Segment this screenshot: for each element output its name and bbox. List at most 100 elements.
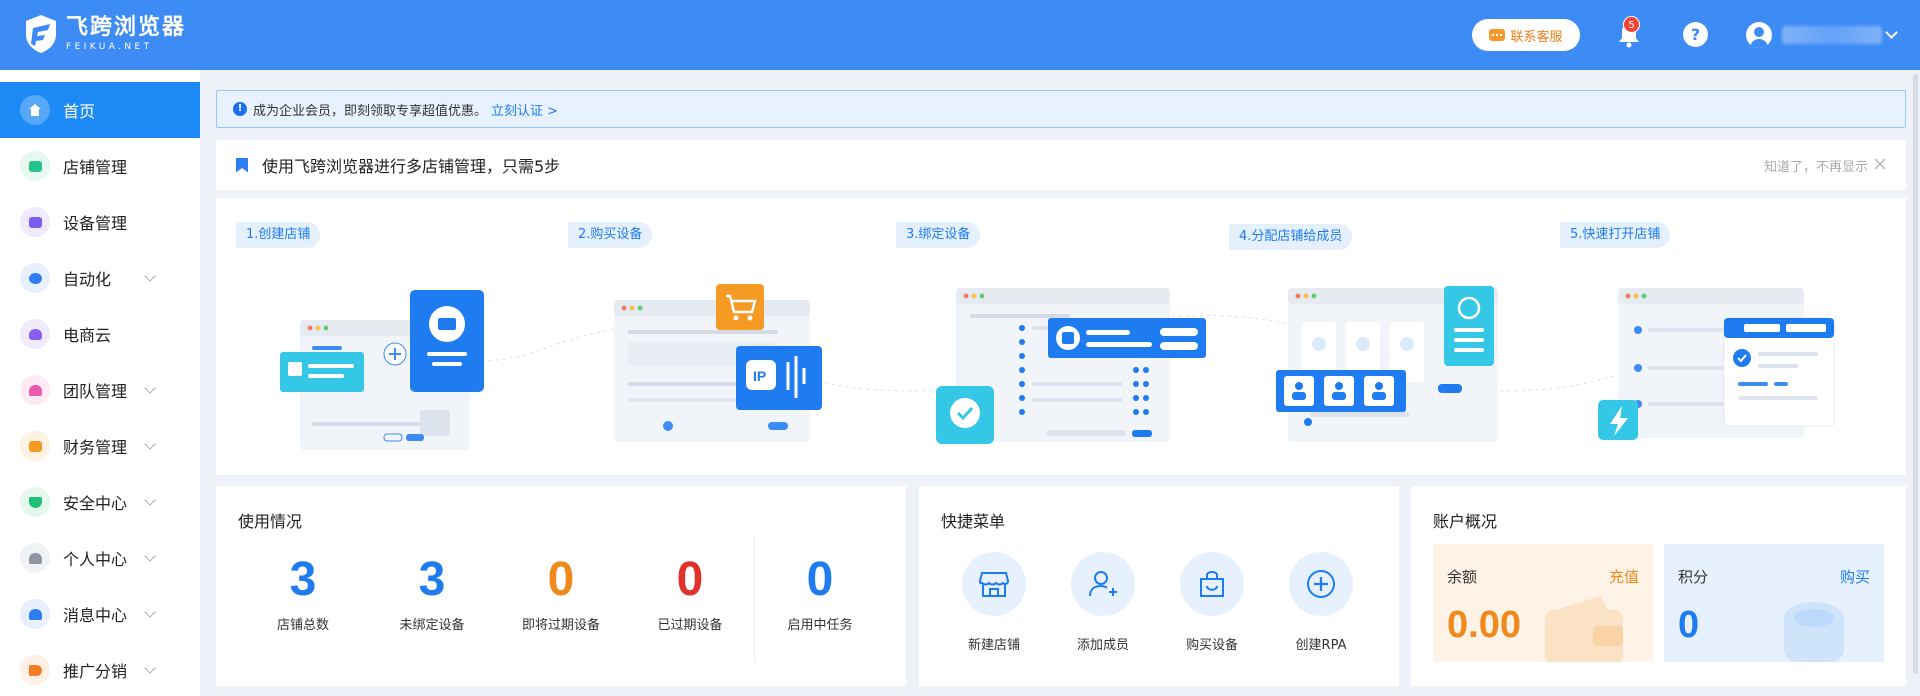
user-menu-chevron-icon[interactable] xyxy=(1885,26,1898,39)
sidebar-item-label: 财务管理 xyxy=(63,438,128,457)
sidebar-item-personal-center[interactable]: 个人中心 xyxy=(0,530,200,586)
top-bar: 飞跨浏览器 FEIKUA.NET 联系客服 5 ? xyxy=(0,0,1920,70)
verify-now-link[interactable]: 立刻认证 > xyxy=(491,100,558,119)
assign-member-illustration xyxy=(1276,286,1498,442)
chevron-down-icon xyxy=(144,382,156,394)
guide-steps-panel: 1.创建店铺 2.购买设备 3.绑定设备 4.分配店铺给成员 5.快速打开店铺 xyxy=(216,198,1906,475)
new-store-icon xyxy=(962,552,1026,616)
buy-device-button[interactable]: 购买设备 xyxy=(1167,552,1257,653)
chevron-down-icon xyxy=(144,494,156,506)
sidebar-item-label: 推广分销 xyxy=(63,662,128,681)
points-box: 积分 购买 0 xyxy=(1664,544,1884,662)
user-name-blurred[interactable] xyxy=(1782,26,1882,44)
buy-points-link[interactable]: 购买 xyxy=(1840,566,1870,587)
user-avatar[interactable] xyxy=(1746,22,1772,48)
stat-value: 0 xyxy=(806,553,834,606)
balance-label: 余额 xyxy=(1447,568,1478,586)
balance-box: 余额 充值 0.00 xyxy=(1433,544,1653,662)
notice-text: 成为企业会员，即刻领取专享超值优惠。 xyxy=(253,103,488,119)
chevron-down-icon xyxy=(144,606,156,618)
stat-label: 即将过期设备 xyxy=(521,618,600,633)
buy-device-illustration: IP xyxy=(614,284,822,442)
customer-service-button[interactable]: 联系客服 xyxy=(1472,19,1580,51)
cloud-shop-icon xyxy=(20,319,50,349)
add-member-button[interactable]: 添加成员 xyxy=(1058,552,1148,653)
sidebar-item-promotion[interactable]: 推广分销 xyxy=(0,642,200,696)
usage-card: 使用情况 3 店铺总数 3 未绑定设备 0 即将过期设备 0 已过期设备 0 启… xyxy=(216,486,906,686)
stat-value: 3 xyxy=(418,553,446,606)
device-icon xyxy=(20,207,50,237)
close-icon[interactable] xyxy=(1872,156,1888,172)
sidebar: 首页 店铺管理 设备管理 自动化 电商云 团队管理 财务管理 安全中心 个人中心 xyxy=(0,70,200,696)
stat-label: 店铺总数 xyxy=(276,618,329,633)
account-overview-card: 账户概况 余额 充值 0.00 积分 购买 0 xyxy=(1411,486,1906,686)
sidebar-item-home[interactable]: 首页 xyxy=(0,82,200,138)
stat-store-total[interactable]: 3 店铺总数 xyxy=(238,548,368,633)
stat-label: 启用中任务 xyxy=(787,618,853,633)
recharge-link[interactable]: 充值 xyxy=(1609,566,1639,587)
quick-label: 新建店铺 xyxy=(967,638,1020,653)
stat-value: 0 xyxy=(547,553,575,606)
points-value: 0 xyxy=(1678,604,1700,646)
create-store-illustration xyxy=(280,290,484,450)
scrollbar-thumb[interactable] xyxy=(1913,74,1918,674)
sidebar-item-security-center[interactable]: 安全中心 xyxy=(0,474,200,530)
sidebar-item-message-center[interactable]: 消息中心 xyxy=(0,586,200,642)
enterprise-notice: ! 成为企业会员，即刻领取专享超值优惠。 立刻认证 > xyxy=(216,90,1906,128)
bookmark-icon xyxy=(236,157,248,173)
sidebar-item-label: 消息中心 xyxy=(63,606,128,625)
svg-text:IP: IP xyxy=(753,368,766,384)
wallet-icon xyxy=(20,431,50,461)
robot-icon xyxy=(20,263,50,293)
sidebar-item-automation[interactable]: 自动化 xyxy=(0,250,200,306)
help-icon[interactable]: ? xyxy=(1683,22,1708,47)
sidebar-item-label: 安全中心 xyxy=(63,494,128,513)
step-2-tag: 2.购买设备 xyxy=(568,222,653,248)
store-icon xyxy=(20,151,50,181)
step-3-tag: 3.绑定设备 xyxy=(896,222,981,248)
stat-expired-devices[interactable]: 0 已过期设备 xyxy=(625,548,755,633)
step-5-tag: 5.快速打开店铺 xyxy=(1560,222,1671,248)
sidebar-item-ecommerce-cloud[interactable]: 电商云 xyxy=(0,306,200,362)
guide-header: 使用飞跨浏览器进行多店铺管理，只需5步 知道了，不再显示 xyxy=(216,140,1906,190)
notification-badge: 5 xyxy=(1623,16,1640,33)
step-4-tag: 4.分配店铺给成员 xyxy=(1229,224,1353,250)
sidebar-item-team-management[interactable]: 团队管理 xyxy=(0,362,200,418)
team-icon xyxy=(20,375,50,405)
stat-label: 已过期设备 xyxy=(657,618,723,633)
new-store-button[interactable]: 新建店铺 xyxy=(949,552,1039,653)
sidebar-item-label: 首页 xyxy=(63,102,96,121)
bell-icon xyxy=(20,599,50,629)
sidebar-item-label: 电商云 xyxy=(63,326,112,345)
dont-show-again-link[interactable]: 知道了，不再显示 xyxy=(1764,156,1868,175)
chat-icon xyxy=(1489,29,1506,41)
brand-name: 飞跨浏览器 xyxy=(66,15,187,40)
sidebar-item-store-management[interactable]: 店铺管理 xyxy=(0,138,200,194)
info-icon: ! xyxy=(233,102,247,116)
stat-value: 3 xyxy=(289,553,317,606)
points-label: 积分 xyxy=(1678,568,1709,586)
stat-unbound-devices[interactable]: 3 未绑定设备 xyxy=(367,548,497,633)
open-store-illustration xyxy=(1598,288,1835,440)
quick-label: 购买设备 xyxy=(1185,638,1238,653)
megaphone-icon xyxy=(20,655,50,685)
sidebar-item-finance-management[interactable]: 财务管理 xyxy=(0,418,200,474)
sidebar-item-device-management[interactable]: 设备管理 xyxy=(0,194,200,250)
customer-service-label: 联系客服 xyxy=(1510,29,1563,45)
add-member-icon xyxy=(1071,552,1135,616)
stat-expiring-devices[interactable]: 0 即将过期设备 xyxy=(496,548,626,633)
chevron-down-icon xyxy=(144,662,156,674)
stat-active-tasks[interactable]: 0 启用中任务 xyxy=(755,548,885,633)
create-rpa-button[interactable]: 创建RPA xyxy=(1276,552,1366,653)
sidebar-item-label: 店铺管理 xyxy=(63,158,128,177)
create-rpa-icon xyxy=(1289,552,1353,616)
sidebar-item-label: 自动化 xyxy=(63,270,112,289)
brand-logo[interactable]: 飞跨浏览器 FEIKUA.NET xyxy=(24,14,186,54)
home-icon xyxy=(20,95,50,125)
shield-icon xyxy=(20,487,50,517)
logo-shield-icon xyxy=(26,15,56,53)
buy-device-icon xyxy=(1180,552,1244,616)
sidebar-item-label: 设备管理 xyxy=(63,214,128,233)
sidebar-item-label: 个人中心 xyxy=(63,550,128,569)
account-title: 账户概况 xyxy=(1433,512,1498,531)
